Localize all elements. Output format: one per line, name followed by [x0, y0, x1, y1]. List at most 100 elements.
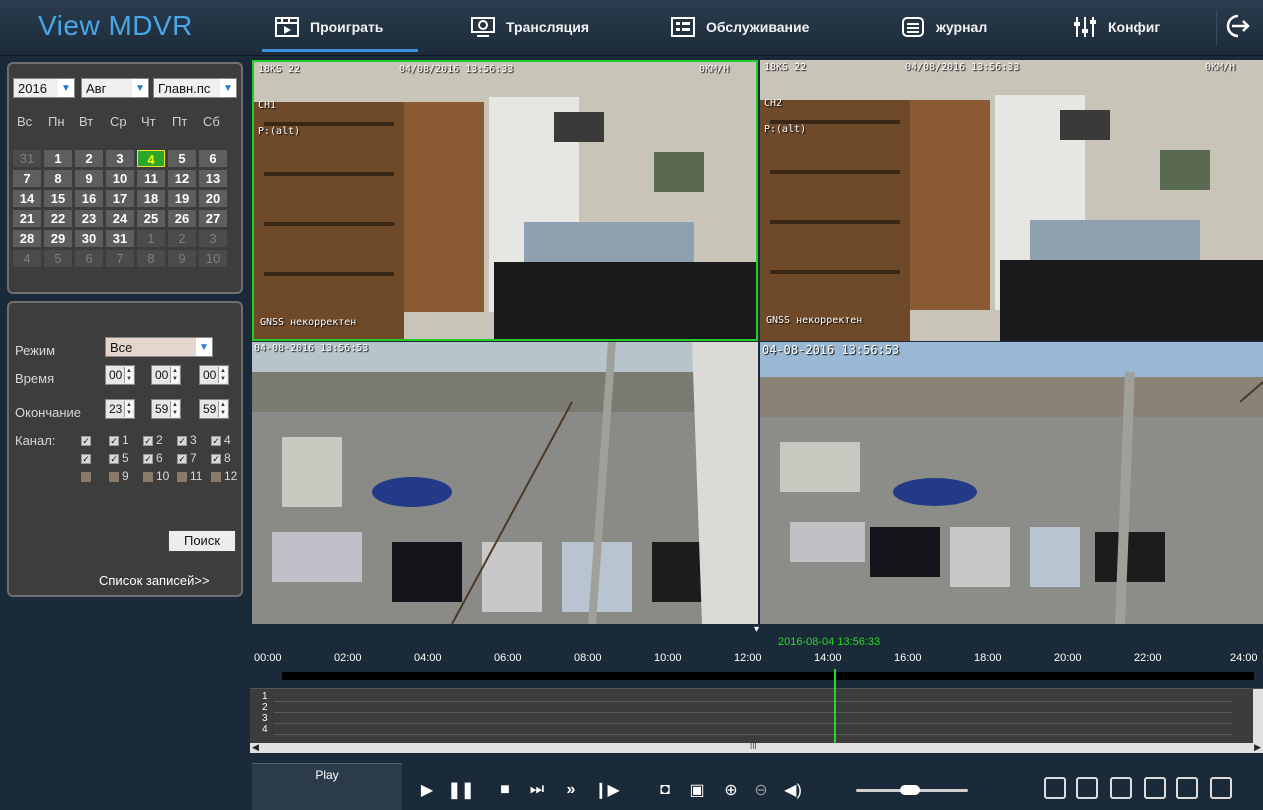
calendar-day[interactable]: 24	[106, 210, 134, 227]
calendar-day[interactable]: 9	[168, 250, 196, 267]
calendar-day[interactable]: 3	[106, 150, 134, 167]
calendar-day[interactable]: 21	[13, 210, 41, 227]
channel-checkbox[interactable]: ✓	[143, 454, 153, 464]
end-hour-field[interactable]: 23 ▲ ▼	[105, 399, 135, 419]
calendar-day[interactable]: 17	[106, 190, 134, 207]
calendar-day[interactable]: 25	[137, 210, 165, 227]
tab-maintenance[interactable]: Обслуживание	[670, 0, 809, 54]
calendar-day[interactable]: 28	[13, 230, 41, 247]
pause-icon[interactable]: ❚❚	[448, 779, 475, 801]
end-second-field[interactable]: 59 ▲ ▼	[199, 399, 229, 419]
calendar-day[interactable]: 6	[199, 150, 227, 167]
previous-page-icon[interactable]	[1110, 777, 1132, 799]
calendar-day[interactable]: 4	[13, 250, 41, 267]
spinner-arrows-icon[interactable]: ▲ ▼	[170, 401, 179, 417]
camera-view-2[interactable]: 18KS 22 04/08/2016 13:56:33 0KM/H CH2 P:…	[760, 60, 1263, 341]
calendar-day[interactable]: 22	[44, 210, 72, 227]
calendar-day[interactable]: 1	[137, 230, 165, 247]
calendar-day[interactable]: 9	[75, 170, 103, 187]
channel-checkbox[interactable]: ✓	[211, 454, 221, 464]
timeline-bar[interactable]	[282, 672, 1254, 680]
channel-checkbox[interactable]: ✓	[211, 436, 221, 446]
calendar-day[interactable]: 12	[168, 170, 196, 187]
volume-icon[interactable]: ◀)	[782, 779, 804, 801]
calendar-day[interactable]: 29	[44, 230, 72, 247]
next-segment-icon[interactable]: ⏭	[526, 779, 548, 801]
timeline-channel-track[interactable]	[274, 723, 1232, 724]
calendar-day[interactable]: 10	[199, 250, 227, 267]
calendar-day[interactable]: 30	[75, 230, 103, 247]
channel-track-grid[interactable]: 1234	[250, 688, 1263, 744]
channel-checkbox[interactable]: ✓	[143, 436, 153, 446]
channel-checkbox[interactable]: ✓	[177, 436, 187, 446]
snapshot-icon[interactable]: ◘	[654, 779, 676, 801]
channel-checkbox[interactable]	[109, 472, 119, 482]
collapse-chevron-icon[interactable]: ▾	[754, 624, 759, 635]
mode-select[interactable]: Все ▼	[105, 337, 213, 357]
stream-select[interactable]: Главн.пс ▼	[153, 78, 237, 98]
start-minute-field[interactable]: 00 ▲ ▼	[151, 365, 181, 385]
calendar-day[interactable]: 2	[75, 150, 103, 167]
tab-config[interactable]: Конфиг	[1072, 0, 1160, 54]
calendar-day[interactable]: 16	[75, 190, 103, 207]
screen-mode-icon[interactable]	[1210, 777, 1232, 799]
channel-checkbox[interactable]	[211, 472, 221, 482]
calendar-day[interactable]: 7	[106, 250, 134, 267]
timeline-channel-track[interactable]	[274, 712, 1232, 713]
channel-checkbox[interactable]: ✓	[109, 454, 119, 464]
calendar-day[interactable]: 1	[44, 150, 72, 167]
tab-playback[interactable]: Проиграть	[274, 0, 383, 54]
year-select[interactable]: 2016 ▼	[13, 78, 75, 98]
spinner-arrows-icon[interactable]: ▲ ▼	[124, 401, 133, 417]
play-icon[interactable]: ▶	[416, 779, 438, 801]
calendar-day[interactable]: 3	[199, 230, 227, 247]
stop-icon[interactable]: ■	[494, 779, 516, 801]
scroll-thumb-grip[interactable]: III	[750, 742, 757, 751]
timeline-channel-track[interactable]	[274, 701, 1232, 702]
calendar-day[interactable]: 5	[168, 150, 196, 167]
calendar-day[interactable]: 20	[199, 190, 227, 207]
calendar-day[interactable]: 31	[13, 150, 41, 167]
calendar-day-selected[interactable]: 4	[137, 150, 165, 167]
vertical-scrollbar[interactable]	[1253, 689, 1263, 744]
layout-4-icon[interactable]	[1044, 777, 1066, 799]
calendar-day[interactable]: 11	[137, 170, 165, 187]
timeline-channel-track[interactable]	[274, 734, 1232, 735]
next-page-icon[interactable]	[1144, 777, 1166, 799]
calendar-day[interactable]: 6	[75, 250, 103, 267]
fast-forward-icon[interactable]: »	[560, 779, 582, 801]
calendar-day[interactable]: 5	[44, 250, 72, 267]
step-frame-icon[interactable]: ❙▶	[594, 779, 620, 801]
calendar-day[interactable]: 31	[106, 230, 134, 247]
channel-checkbox[interactable]: ✓	[177, 454, 187, 464]
calendar-day[interactable]: 27	[199, 210, 227, 227]
exit-button[interactable]	[1216, 10, 1256, 46]
digital-zoom-icon[interactable]: ▣	[686, 779, 708, 801]
tab-live[interactable]: Трансляция	[470, 0, 589, 54]
channel-row-checkbox[interactable]: ✓	[81, 454, 91, 464]
spinner-arrows-icon[interactable]: ▲ ▼	[124, 367, 133, 383]
record-list-link[interactable]: Список записей>>	[99, 573, 210, 588]
search-button[interactable]: Поиск	[168, 530, 236, 552]
calendar-day[interactable]: 7	[13, 170, 41, 187]
horizontal-scrollbar[interactable]: ◀ III ▶	[250, 742, 1263, 753]
channel-row-checkbox[interactable]: ✓	[81, 436, 91, 446]
timeline-cursor[interactable]	[834, 669, 836, 749]
calendar-day[interactable]: 15	[44, 190, 72, 207]
fullscreen-icon[interactable]	[1176, 777, 1198, 799]
camera-view-4[interactable]: 04-08-2016 13:56:53	[760, 342, 1263, 624]
calendar-day[interactable]: 26	[168, 210, 196, 227]
start-hour-field[interactable]: 00 ▲ ▼	[105, 365, 135, 385]
spinner-arrows-icon[interactable]: ▲ ▼	[170, 367, 179, 383]
calendar-day[interactable]: 14	[13, 190, 41, 207]
volume-knob[interactable]	[900, 785, 920, 795]
scroll-right-icon[interactable]: ▶	[1254, 742, 1261, 753]
start-second-field[interactable]: 00 ▲ ▼	[199, 365, 229, 385]
calendar-day[interactable]: 8	[137, 250, 165, 267]
spinner-arrows-icon[interactable]: ▲ ▼	[218, 367, 227, 383]
calendar-day[interactable]: 13	[199, 170, 227, 187]
scroll-left-icon[interactable]: ◀	[252, 742, 259, 753]
channel-row-checkbox[interactable]	[81, 472, 91, 482]
calendar-day[interactable]: 23	[75, 210, 103, 227]
calendar-day[interactable]: 8	[44, 170, 72, 187]
